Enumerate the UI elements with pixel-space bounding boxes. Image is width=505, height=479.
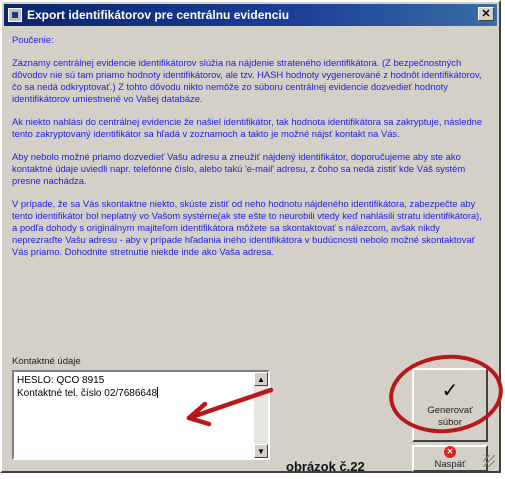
text-caret xyxy=(157,387,159,398)
title-bar[interactable]: Export identifikátorov pre centrálnu evi… xyxy=(4,4,497,26)
close-button[interactable]: ✕ xyxy=(478,7,494,21)
scroll-down-icon: ▼ xyxy=(257,446,265,456)
instructions-panel: Poučenie: Záznamy centrálnej evidencie i… xyxy=(12,34,488,269)
instructions-paragraph: Aby nebolo možné priamo dozvedieť Vašu a… xyxy=(12,151,466,186)
contact-label: Kontaktné údaje xyxy=(12,356,81,367)
instructions-paragraph: Ak niekto nahlási do centrálnej evidenci… xyxy=(12,116,483,139)
instructions-heading: Poučenie: xyxy=(12,34,54,45)
contact-line-1: HESLO: QCO 8915 xyxy=(17,375,105,386)
back-button[interactable]: ✕ Naspäť xyxy=(412,445,488,472)
instructions-paragraph: Záznamy centrálnej evidencie identifikát… xyxy=(12,57,482,104)
contact-line-2: Kontaktné tel. číslo 02/7686648 xyxy=(17,388,158,399)
window-title: Export identifikátorov pre centrálnu evi… xyxy=(27,8,290,22)
figure-caption: obrázok č.22 xyxy=(286,459,365,474)
instructions-paragraph: V prípade, že sa Vás skontaktne niekto, … xyxy=(12,198,482,257)
resize-grip[interactable] xyxy=(483,455,495,467)
annotation-arrow xyxy=(186,387,274,427)
back-label: Naspäť xyxy=(434,459,466,470)
scroll-down-button[interactable]: ▼ xyxy=(254,444,268,458)
red-x-icon: ✕ xyxy=(444,446,456,458)
app-icon xyxy=(8,8,22,22)
close-icon: ✕ xyxy=(481,7,491,20)
